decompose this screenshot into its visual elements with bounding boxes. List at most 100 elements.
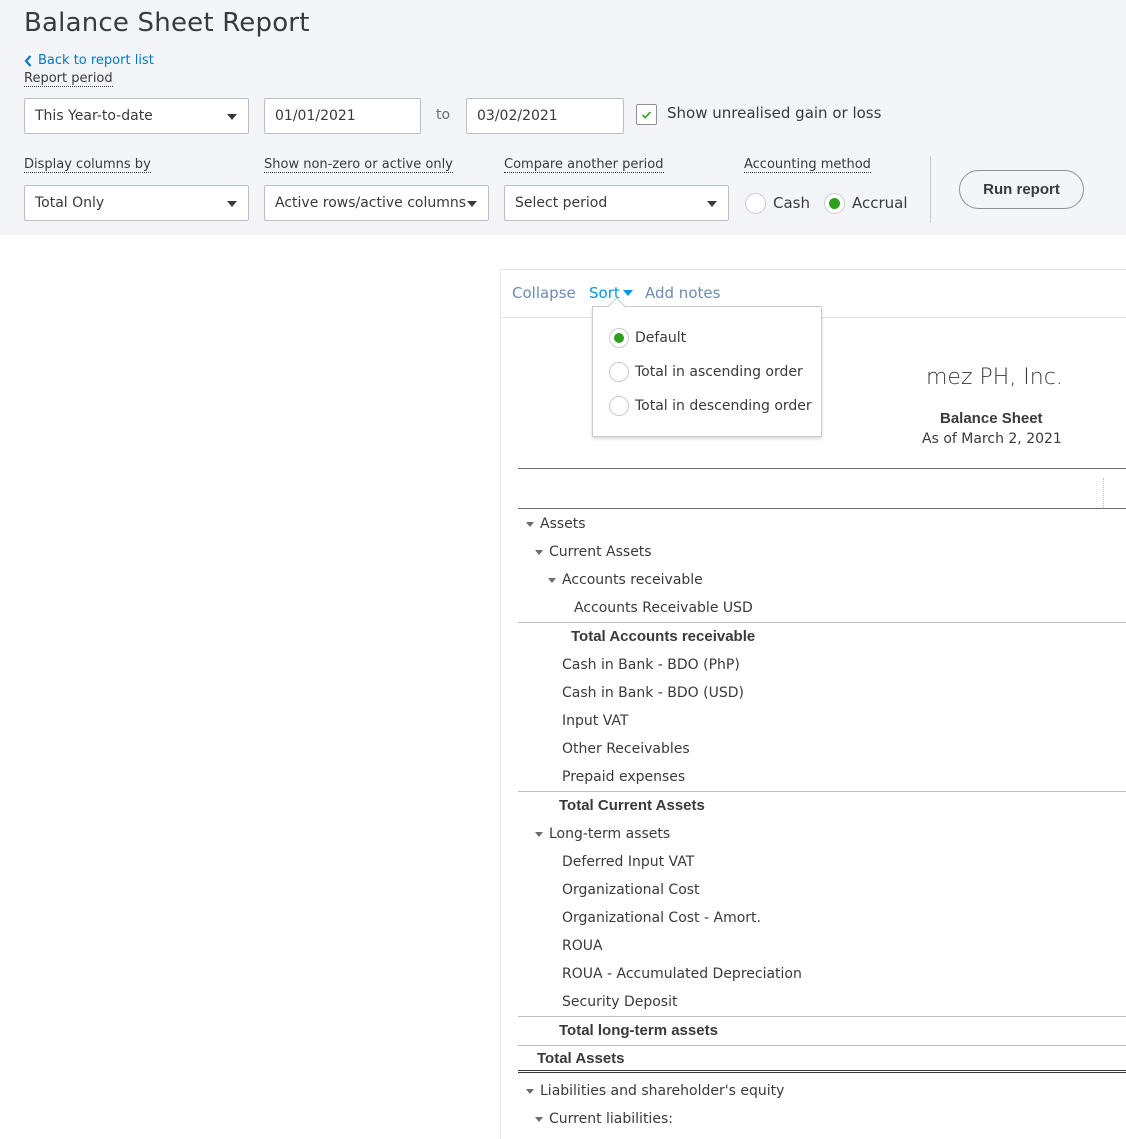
total-row[interactable]: Total Assets <box>518 1045 1126 1073</box>
collapse-caret-icon[interactable] <box>548 577 556 583</box>
compare-period-select[interactable]: Select period <box>504 185 729 221</box>
start-date-input[interactable]: 01/01/2021 <box>264 98 421 134</box>
section-row[interactable]: Assets <box>518 510 1126 538</box>
row-label: Total long-term assets <box>559 1022 718 1039</box>
cash-radio[interactable] <box>745 193 766 214</box>
chevron-left-icon <box>24 54 32 67</box>
account-row[interactable]: Input VAT <box>518 707 1126 735</box>
compare-period-label: Compare another period <box>504 157 664 173</box>
row-label: Other Receivables <box>562 741 690 757</box>
dropdown-caret-icon <box>467 201 477 207</box>
sort-option-label: Total in descending order <box>635 398 812 414</box>
account-row[interactable]: ROUA <box>518 932 1126 960</box>
header-rule-bottom <box>518 508 1126 509</box>
report-settings-panel: Balance Sheet Report Back to report list… <box>0 0 1126 235</box>
total-row[interactable]: Total Accounts receivable <box>518 622 1126 650</box>
run-report-button[interactable]: Run report <box>959 170 1084 209</box>
row-label: ROUA <box>562 938 603 954</box>
dropdown-caret-icon <box>227 201 237 207</box>
compare-period-value: Select period <box>515 195 608 211</box>
report-period-select[interactable]: This Year-to-date <box>24 98 249 134</box>
row-label: Organizational Cost - Amort. <box>562 910 761 926</box>
caret-down-icon <box>622 290 633 296</box>
row-label: Organizational Cost <box>562 882 700 898</box>
section-row[interactable]: Accounts receivable <box>518 566 1126 594</box>
account-row[interactable]: ROUA - Accumulated Depreciation <box>518 960 1126 988</box>
company-name[interactable]: mez PH, Inc. <box>926 365 1063 390</box>
account-row[interactable]: Accounts Receivable USD <box>518 594 1126 622</box>
collapse-caret-icon[interactable] <box>535 831 543 837</box>
row-label: Cash in Bank - BDO (USD) <box>562 685 744 701</box>
account-row[interactable]: Deferred Input VAT <box>518 848 1126 876</box>
display-columns-label: Display columns by <box>24 157 151 173</box>
unrealised-gain-checkbox[interactable] <box>636 104 657 125</box>
unrealised-gain-label: Show unrealised gain or loss <box>667 104 882 122</box>
collapse-caret-icon[interactable] <box>535 549 543 555</box>
display-columns-select[interactable]: Total Only <box>24 185 249 221</box>
checkmark-icon <box>641 111 652 119</box>
account-row[interactable]: Prepaid expenses <box>518 763 1126 791</box>
row-label: Liabilities and shareholder's equity <box>540 1083 785 1099</box>
account-row[interactable]: Security Deposit <box>518 988 1126 1016</box>
radio-empty-icon <box>609 362 629 382</box>
section-row[interactable]: Liabilities and shareholder's equity <box>518 1077 1126 1105</box>
divider <box>930 156 931 223</box>
row-label: Current liabilities: <box>549 1111 673 1127</box>
accrual-radio-label: Accrual <box>852 194 908 212</box>
non-zero-value: Active rows/active columns <box>275 195 467 211</box>
non-zero-label: Show non-zero or active only <box>264 157 453 173</box>
non-zero-select[interactable]: Active rows/active columns <box>264 185 489 221</box>
accounting-method-label: Accounting method <box>744 157 871 173</box>
end-date-value: 03/02/2021 <box>477 108 558 124</box>
section-row[interactable]: Long-term assets <box>518 820 1126 848</box>
collapse-button[interactable]: Collapse <box>512 284 576 302</box>
column-separator <box>1103 478 1104 508</box>
sort-option-label: Default <box>635 330 687 346</box>
total-row[interactable]: Total Current Assets <box>518 791 1126 819</box>
account-row[interactable]: Cash in Bank - BDO (USD) <box>518 679 1126 707</box>
report-title[interactable]: Balance Sheet <box>940 410 1043 427</box>
report-period-label: Report period <box>24 71 113 87</box>
add-notes-button[interactable]: Add notes <box>645 284 720 302</box>
row-label: Input VAT <box>562 713 629 729</box>
back-to-report-list-link[interactable]: Back to report list <box>24 53 154 68</box>
row-label: Accounts Receivable USD <box>574 600 753 616</box>
radio-empty-icon <box>609 396 629 416</box>
row-label: Total Accounts receivable <box>571 628 756 645</box>
collapse-caret-icon[interactable] <box>535 1116 543 1122</box>
account-row[interactable]: Organizational Cost <box>518 876 1126 904</box>
row-label: Prepaid expenses <box>562 769 686 785</box>
back-link-label: Back to report list <box>38 53 154 68</box>
account-row[interactable]: Organizational Cost - Amort. <box>518 904 1126 932</box>
row-label: Total Current Assets <box>559 797 705 814</box>
report-period-value: This Year-to-date <box>35 108 153 124</box>
total-row[interactable]: Total long-term assets <box>518 1016 1126 1044</box>
row-label: Deferred Input VAT <box>562 854 695 870</box>
row-label: Total Assets <box>537 1049 625 1067</box>
report-date[interactable]: As of March 2, 2021 <box>922 431 1062 447</box>
row-label: Long-term assets <box>549 826 671 842</box>
row-label: Cash in Bank - BDO (PhP) <box>562 657 740 673</box>
start-date-value: 01/01/2021 <box>275 108 356 124</box>
sort-button[interactable]: Sort <box>589 284 633 302</box>
end-date-input[interactable]: 03/02/2021 <box>466 98 624 134</box>
radio-selected-icon <box>609 328 629 348</box>
accrual-radio[interactable] <box>824 193 845 214</box>
account-row[interactable]: Cash in Bank - BDO (PhP) <box>518 651 1126 679</box>
header-rule-top <box>518 468 1126 469</box>
section-row[interactable]: Current liabilities: <box>518 1105 1126 1133</box>
section-row[interactable]: Current Assets <box>518 538 1126 566</box>
collapse-caret-icon[interactable] <box>526 521 534 527</box>
sort-option-ascending[interactable]: Total in ascending order <box>609 362 803 382</box>
row-label: Security Deposit <box>562 994 678 1010</box>
collapse-caret-icon[interactable] <box>526 1088 534 1094</box>
page-title: Balance Sheet Report <box>24 8 310 38</box>
cash-radio-label: Cash <box>773 194 810 212</box>
sort-menu: Default Total in ascending order Total i… <box>592 306 822 437</box>
account-row[interactable]: Other Receivables <box>518 735 1126 763</box>
row-label: Accounts receivable <box>562 572 703 588</box>
sort-option-default[interactable]: Default <box>609 328 686 348</box>
row-label: ROUA - Accumulated Depreciation <box>562 966 802 982</box>
dropdown-caret-icon <box>227 114 237 120</box>
sort-option-descending[interactable]: Total in descending order <box>609 396 812 416</box>
